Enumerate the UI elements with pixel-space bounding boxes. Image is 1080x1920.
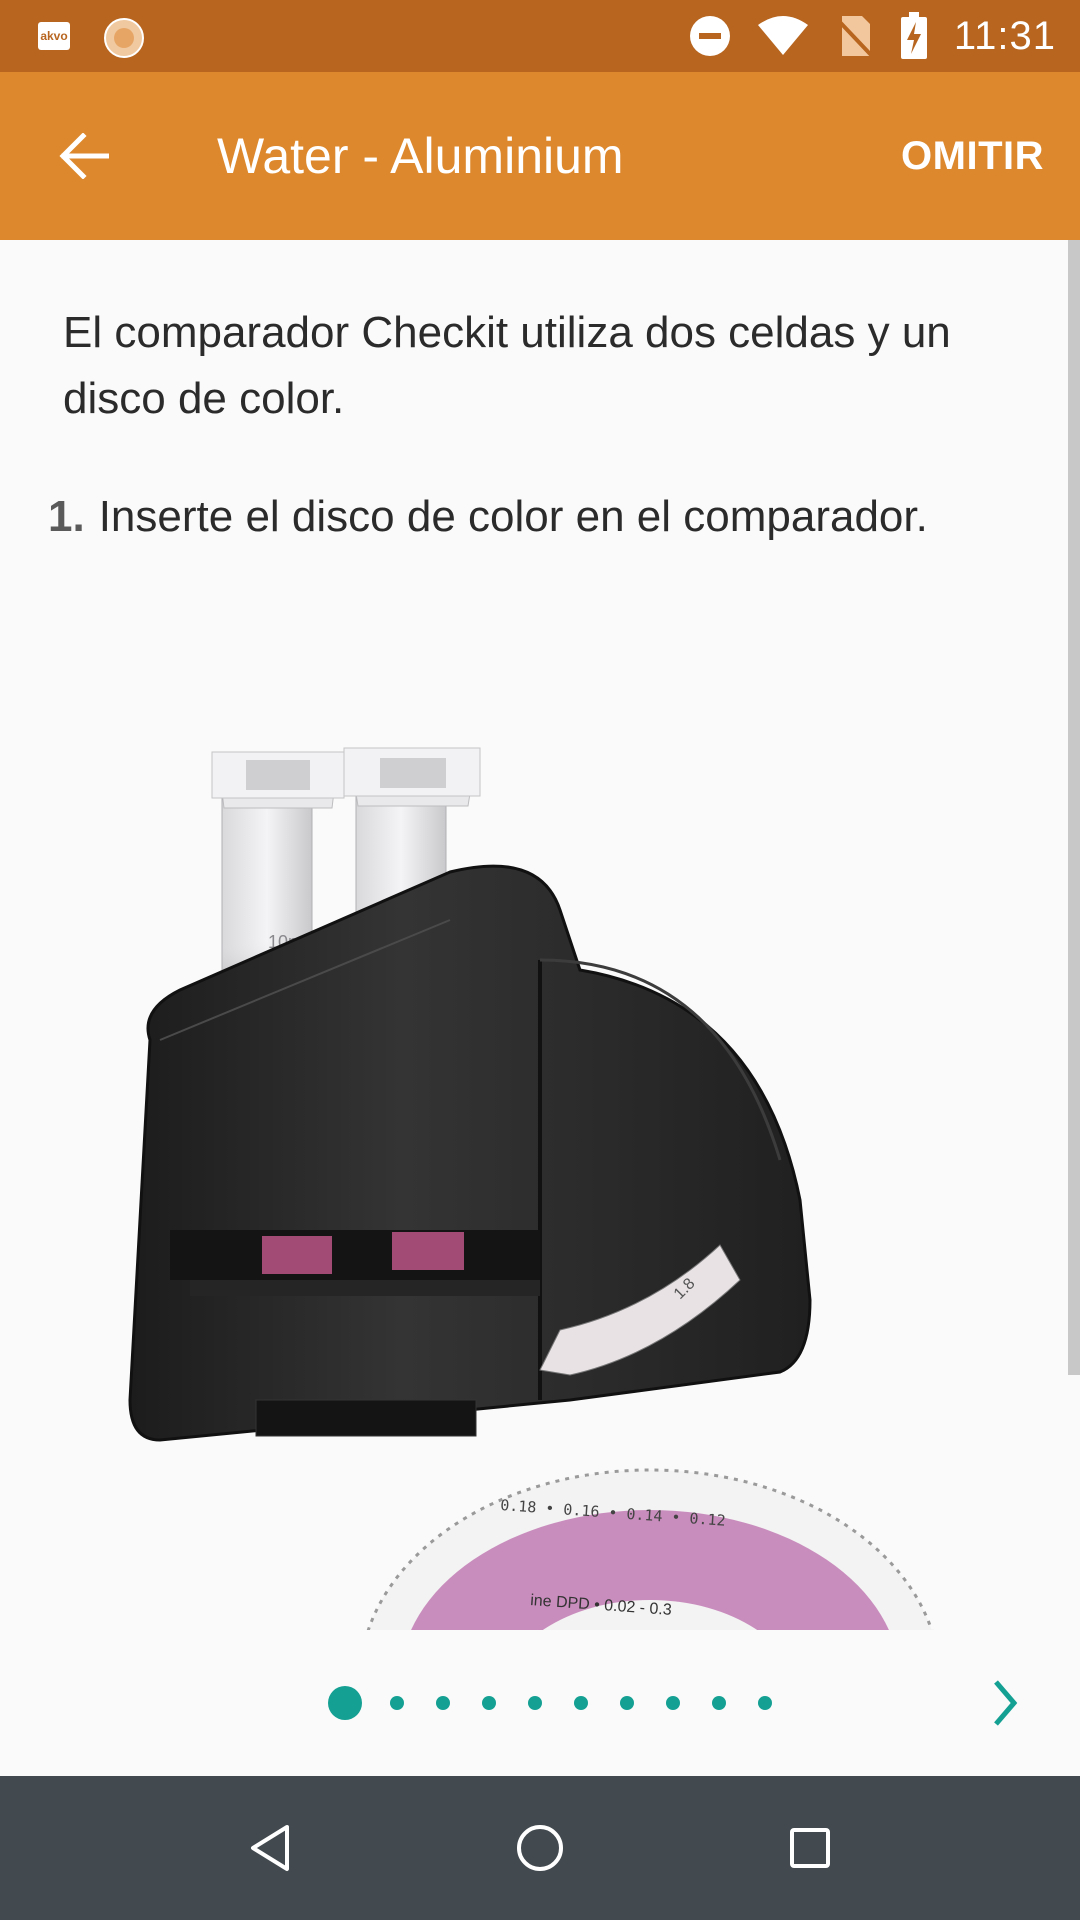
page-indicator xyxy=(0,1630,1080,1776)
instruction-step: 1. Inserte el disco de color en el compar… xyxy=(48,484,1058,550)
intro-text: El comparador Checkit utiliza dos celdas… xyxy=(63,308,951,423)
color-disc: 0.18 • 0.16 • 0.14 • 0.12 ine DPD • 0.02… xyxy=(366,1468,934,1630)
viewing-window-right xyxy=(392,1232,464,1270)
page-dot[interactable] xyxy=(574,1696,588,1710)
skip-button[interactable]: OMITIR xyxy=(901,126,1044,186)
page-dot[interactable] xyxy=(436,1696,450,1710)
step-pager xyxy=(0,1630,1080,1776)
wifi-icon xyxy=(757,16,808,55)
page-title: Water - Aluminium xyxy=(217,128,624,184)
instruction-content[interactable]: El comparador Checkit utiliza dos celdas… xyxy=(0,240,1068,1630)
checkit-comparator-image: 10ml 10ml 1.8 0.18 • 0.16 • xyxy=(128,747,934,1630)
app-bar: Water - Aluminium OMITIR xyxy=(0,72,1080,240)
do-not-disturb-icon xyxy=(689,16,730,56)
page-dot[interactable] xyxy=(666,1696,680,1710)
recents-square-icon xyxy=(790,1828,830,1868)
home-circle-icon xyxy=(517,1825,563,1871)
nav-recents-button[interactable] xyxy=(774,1812,846,1884)
back-triangle-icon xyxy=(251,1825,289,1871)
page-dot[interactable] xyxy=(390,1696,404,1710)
page-dot[interactable] xyxy=(482,1696,496,1710)
viewing-window-left xyxy=(262,1236,332,1274)
scrollbar-thumb[interactable] xyxy=(1068,240,1080,1375)
clock: 11:31 xyxy=(953,13,1056,58)
nav-home-button[interactable] xyxy=(504,1812,576,1884)
battery-charging-icon xyxy=(900,12,927,59)
step-text: Inserte el disco de color en el comparad… xyxy=(98,492,928,541)
page-dot[interactable] xyxy=(758,1696,772,1710)
back-button[interactable] xyxy=(48,120,120,192)
chevron-right-icon xyxy=(994,1680,1018,1726)
page-dot[interactable] xyxy=(528,1696,542,1710)
next-button[interactable] xyxy=(970,1668,1040,1738)
page-dot[interactable] xyxy=(712,1696,726,1710)
sun-icon xyxy=(104,18,144,58)
step-number: 1. xyxy=(48,492,85,541)
no-sim-icon xyxy=(834,16,874,58)
page-dot-active[interactable] xyxy=(328,1686,362,1720)
page-dot[interactable] xyxy=(620,1696,634,1710)
status-bar: akvo 11:31 xyxy=(0,0,1080,72)
nav-back-button[interactable] xyxy=(234,1812,306,1884)
arrow-back-icon xyxy=(59,133,109,179)
system-nav-bar xyxy=(0,1776,1080,1920)
akvo-app-icon: akvo xyxy=(38,22,70,50)
